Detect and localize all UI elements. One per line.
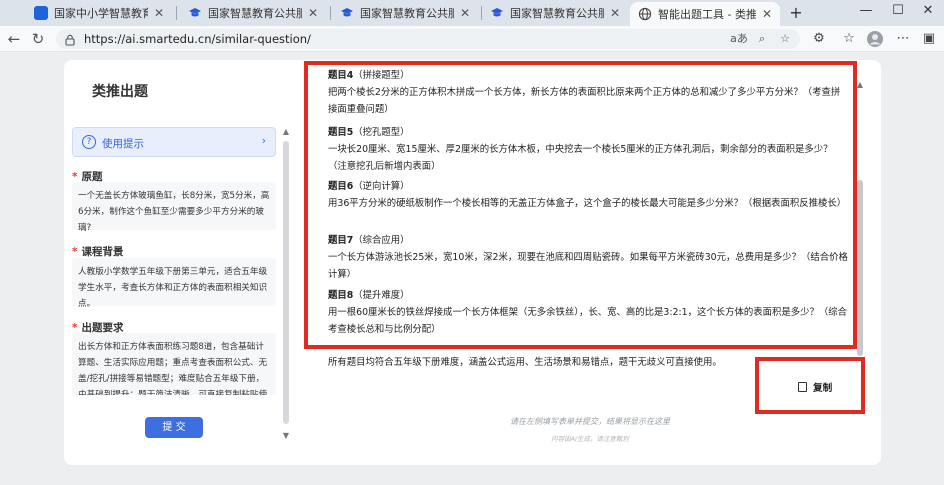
close-icon[interactable]: ✕ [760,7,774,21]
requirements-field[interactable]: 出长方体和正方体表面积练习题8道，包含基础计算题、生活实际应用题；重点考查表面积… [72,333,276,395]
favorites-icon[interactable]: ☆ [840,30,858,48]
tab-2[interactable]: 国家智慧教育公共服务平台 ✕ [180,2,326,24]
maximize-icon[interactable]: ☐ [888,3,908,18]
extensions-icon[interactable]: ⚙ [810,30,828,48]
result-hint: 请在左侧填写表单并提交，结果将显示在这里 [510,417,670,426]
more-menu-icon[interactable]: ⋯ [894,30,912,48]
tab-1-title: 国家中小学智慧教育平台 [54,7,148,20]
tab-3[interactable]: 国家智慧教育公共服务平台 ✕ [332,2,478,24]
usage-tips-button[interactable]: ? 使用提示 › [72,127,276,157]
result-summary: 所有题目均符合五年级下册难度，涵盖公式运用、生活场景和易错点，题干无歧义可直接使… [328,357,722,368]
tab-separator [330,6,331,20]
scroll-up-icon[interactable]: ▲ [856,80,864,89]
usage-tips-label: 使用提示 [102,138,144,150]
original-question-field[interactable]: 一个无盖长方体玻璃鱼缸，长8分米，宽5分米，高6分米，制作这个鱼缸至少需要多少平… [72,182,276,233]
scrollbar-thumb[interactable] [857,180,863,356]
scroll-down-icon[interactable]: ▼ [282,431,290,440]
left-scrollbar[interactable]: ▲ ▼ [282,127,290,440]
close-icon[interactable]: ✕ [306,6,320,20]
tab-strip: 国家中小学智慧教育平台 ✕ 国家智慧教育公共服务平台 ✕ 国家智慧教育公共服务平… [0,0,944,26]
url-text[interactable]: https://ai.smartedu.cn/similar-question/ [84,32,311,46]
tab-5-active[interactable]: 智能出题工具 - 类推出题 ✕ [630,2,780,26]
reload-icon[interactable]: ↻ [28,29,48,49]
address-bar[interactable]: https://ai.smartedu.cn/similar-question/… [56,29,800,49]
right-scrollbar[interactable]: ▲ [856,80,864,360]
tab-4[interactable]: 国家智慧教育公共服务平台 ✕ [482,2,628,24]
tab-separator [176,6,177,20]
graduation-cap-icon [188,6,202,20]
ai-disclaimer: 内容由AI生成，请注意甄别 [551,435,629,443]
submit-button[interactable]: 提 交 [145,417,203,438]
tab-3-title: 国家智慧教育公共服务平台 [360,7,454,20]
avatar[interactable] [866,30,884,48]
question-icon: ? [82,135,96,149]
globe-icon [638,7,652,21]
tab-1[interactable]: 国家中小学智慧教育平台 ✕ [26,2,172,24]
tab-2-title: 国家智慧教育公共服务平台 [208,7,302,20]
close-icon[interactable]: ✕ [458,6,472,20]
graduation-cap-icon [490,6,504,20]
close-icon[interactable]: ✕ [608,6,622,20]
course-background-field[interactable]: 人教版小学数学五年级下册第三单元，适合五年级学生水平，考查长方体和正方体的表面积… [72,258,276,309]
back-icon[interactable]: ← [4,29,24,49]
favorite-star-icon[interactable]: ☆ [776,31,794,47]
course-background-label: * 课程背景 [72,246,124,258]
scroll-up-icon[interactable]: ▲ [282,127,290,136]
chevron-right-icon: › [261,134,266,147]
graduation-cap-icon [340,6,354,20]
read-aloud-icon[interactable]: aあ [730,31,748,47]
browser-toolbar: ← ↻ https://ai.smartedu.cn/similar-quest… [0,26,944,52]
lock-icon [63,32,77,46]
minimize-icon[interactable]: — [856,3,876,18]
highlight-box-questions [304,61,857,349]
close-icon[interactable]: ✕ [152,6,166,20]
highlight-box-copy [755,357,865,414]
tab-5-title: 智能出题工具 - 类推出题 [658,8,756,21]
zoom-icon[interactable]: ⌕ [753,31,771,47]
new-tab-button[interactable]: + [786,3,806,22]
smartedu-favicon-icon [34,6,48,20]
panel-title: 类推出题 [92,84,148,100]
window-close-icon[interactable]: ✕ [918,3,938,18]
tab-4-title: 国家智慧教育公共服务平台 [510,7,604,20]
sidebar-icon[interactable]: ▣ [920,30,938,48]
scrollbar-thumb[interactable] [283,141,289,424]
